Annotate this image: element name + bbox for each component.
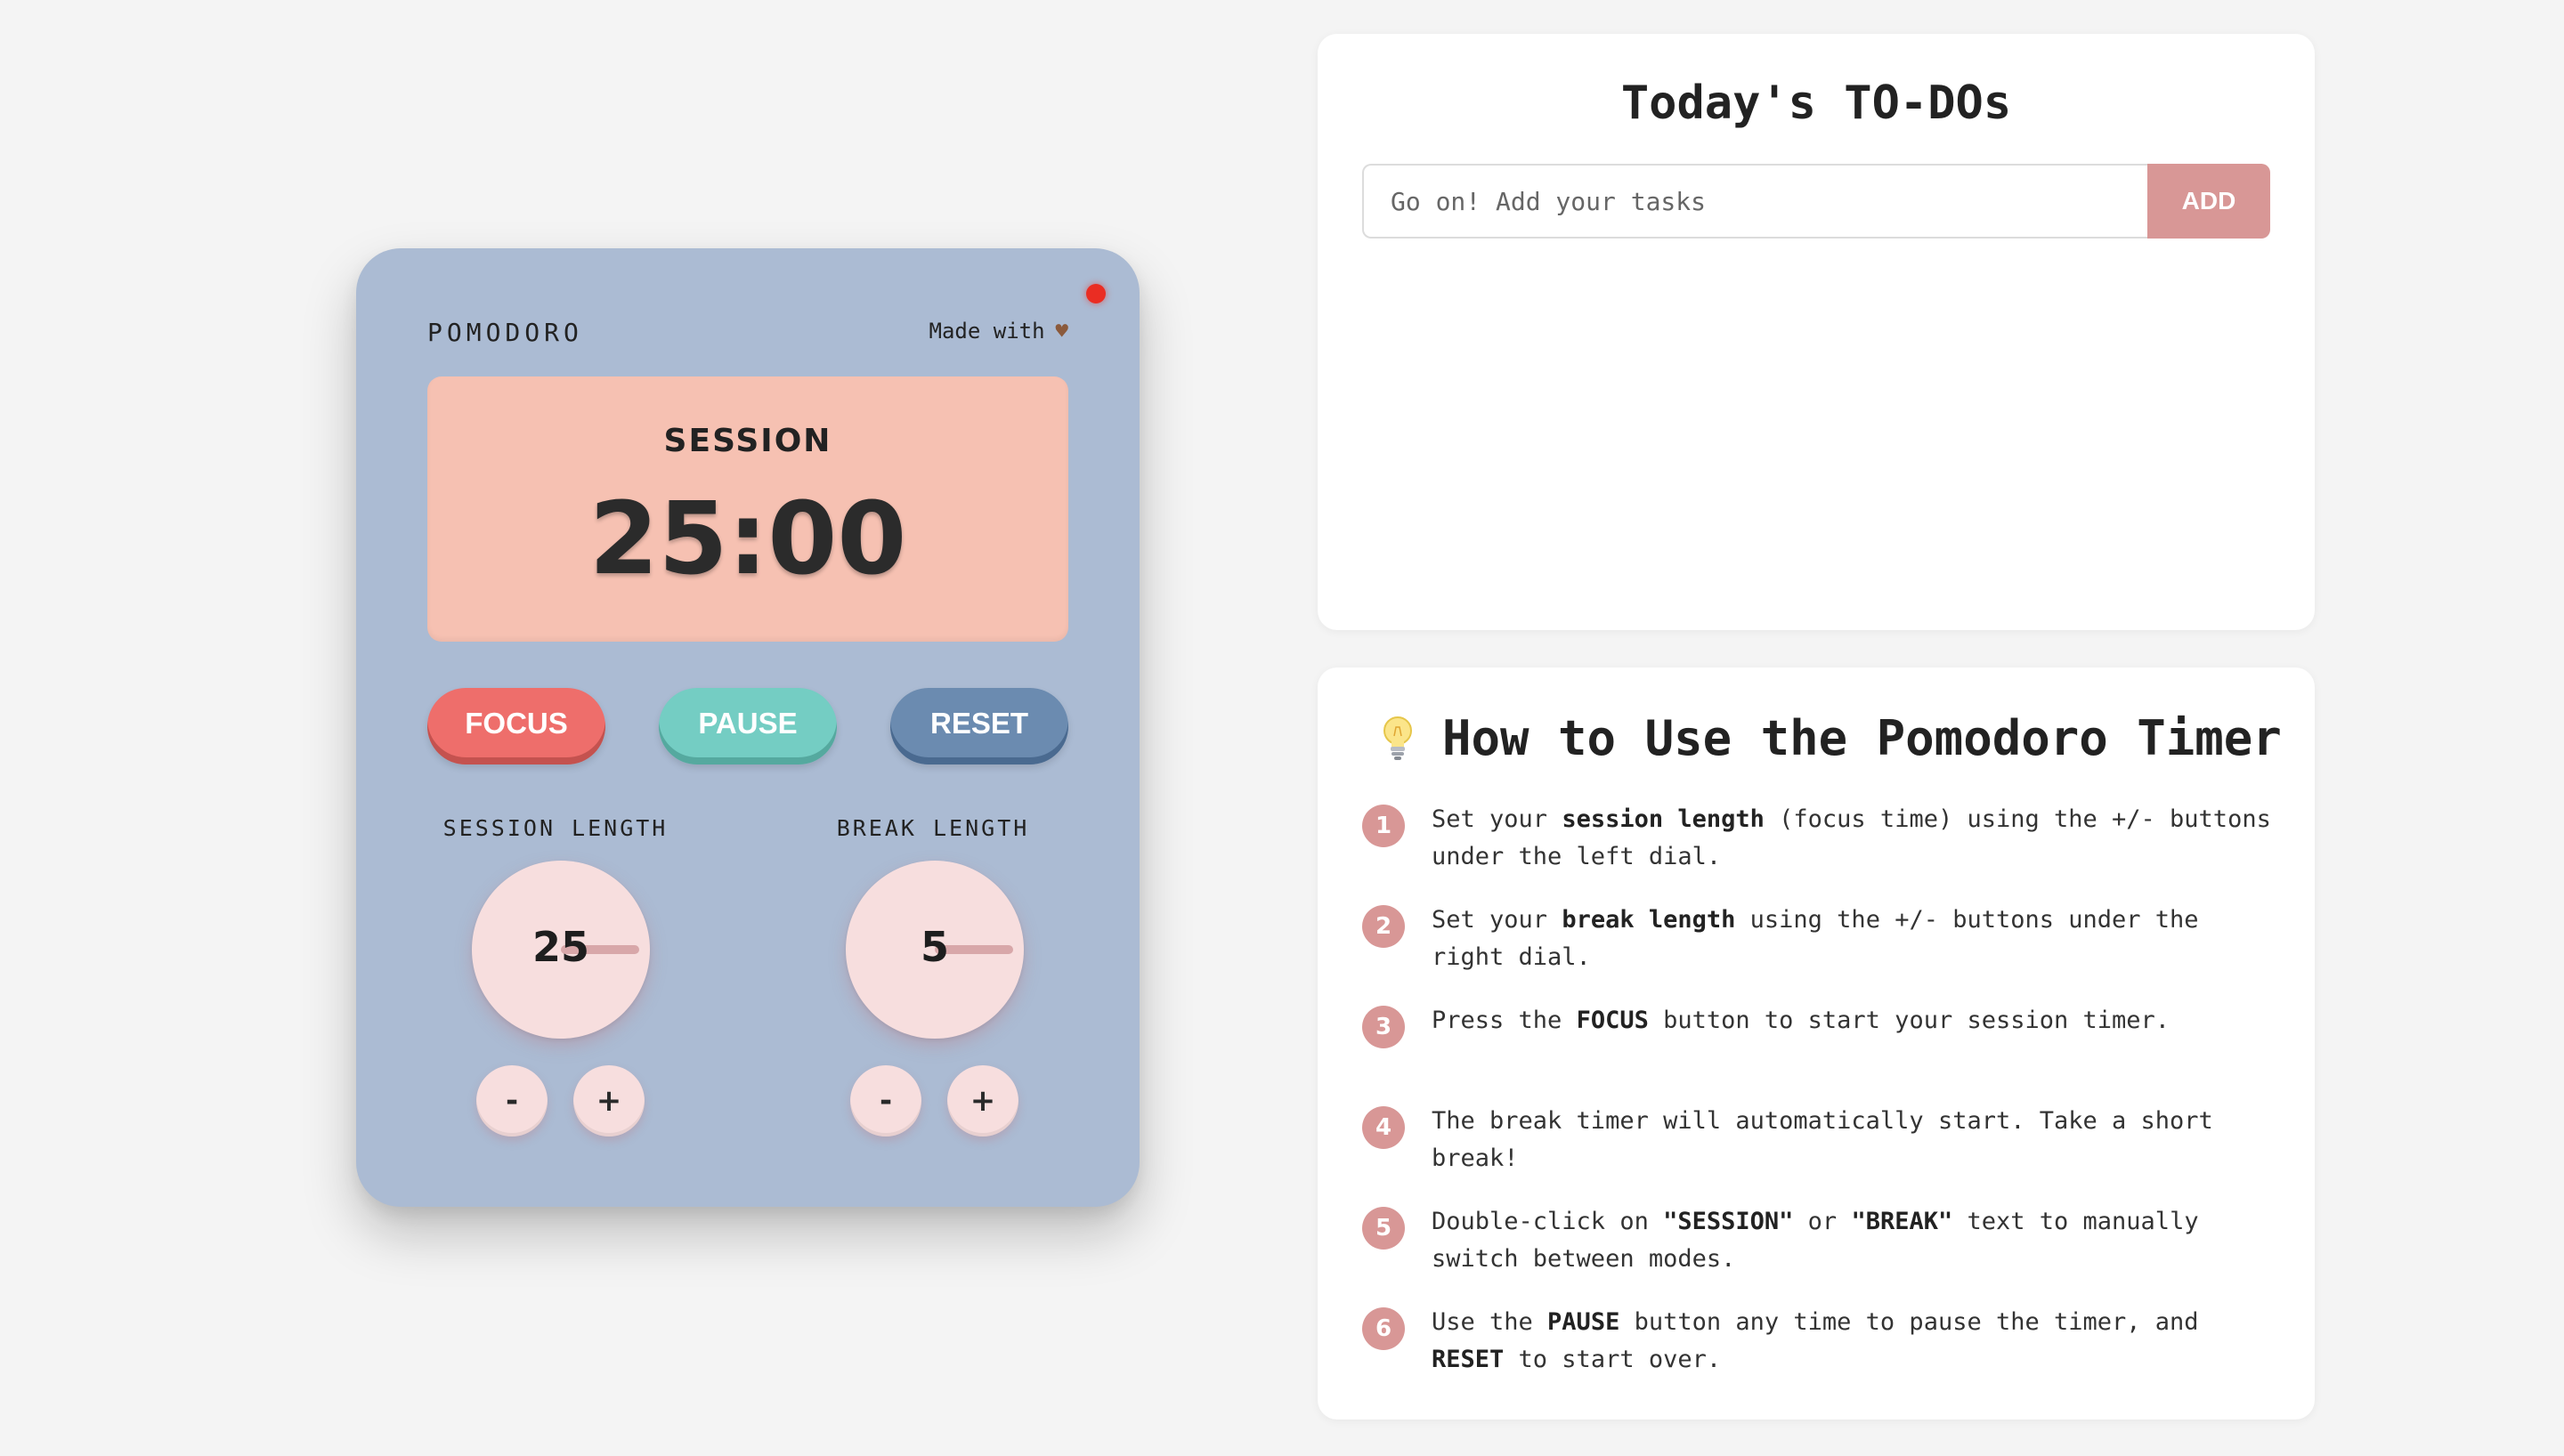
instructions-card: How to Use the Pomodoro Timer 1 Set your … [1318, 667, 2315, 1420]
step-text-emphasis: break length [1562, 906, 1736, 934]
step-number-badge: 4 [1362, 1106, 1405, 1149]
session-increment-button[interactable]: + [573, 1065, 645, 1136]
step-text-segment: Use the [1432, 1308, 1548, 1336]
break-length-dial: 5 [846, 861, 1024, 1039]
step-text-segment: Set your [1432, 906, 1562, 934]
step-text-segment: button any time to pause the timer, and [1619, 1308, 2199, 1336]
session-decrement-button[interactable]: - [476, 1065, 548, 1136]
step-number-badge: 5 [1362, 1207, 1405, 1250]
instruction-step: 6 Use the PAUSE button any time to pause … [1362, 1304, 2279, 1379]
instruction-step: 4 The break timer will automatically star… [1362, 1103, 2279, 1177]
timer-display: SESSION 25:00 [427, 376, 1068, 642]
time-remaining: 25:00 [588, 481, 907, 597]
session-length-value: 25 [531, 923, 589, 971]
step-text: Use the PAUSE button any time to pause t… [1432, 1308, 2199, 1373]
made-with-label: Made with [929, 319, 1045, 344]
step-text-emphasis: "BREAK" [1851, 1208, 1953, 1235]
step-text-segment: Double-click on [1432, 1208, 1664, 1235]
status-indicator-light [1086, 284, 1106, 303]
step-number-badge: 3 [1362, 1006, 1405, 1048]
instruction-step: 1 Set your session length (focus time) us… [1362, 801, 2279, 876]
instructions-heading: How to Use the Pomodoro Timer [1380, 710, 2282, 766]
todo-card: Today's TO-DOs ADD [1318, 34, 2315, 630]
pause-button[interactable]: PAUSE [659, 688, 837, 764]
break-length-value: 5 [920, 923, 949, 971]
instructions-list: 1 Set your session length (focus time) us… [1362, 801, 2279, 1404]
task-input[interactable] [1362, 164, 2147, 239]
step-text-emphasis: "SESSION" [1663, 1208, 1794, 1235]
step-text-segment: Set your [1432, 805, 1562, 833]
instruction-step: 3 Press the FOCUS button to start your se… [1362, 1002, 2279, 1077]
step-text-emphasis: session length [1562, 805, 1765, 833]
instruction-step: 5 Double-click on "SESSION" or "BREAK" te… [1362, 1203, 2279, 1278]
step-text-segment: The break timer will automatically start… [1432, 1107, 2213, 1172]
session-length-dial: 25 [472, 861, 650, 1039]
session-length-label: SESSION LENGTH [442, 815, 669, 841]
step-text-segment: button to start your session timer. [1648, 1007, 2170, 1034]
break-length-label: BREAK LENGTH [836, 815, 1030, 841]
break-increment-button[interactable]: + [947, 1065, 1018, 1136]
instruction-step: 2 Set your break length using the +/- but… [1362, 902, 2279, 976]
step-number-badge: 2 [1362, 905, 1405, 948]
step-text-segment: or [1793, 1208, 1852, 1235]
step-text-segment: to start over. [1504, 1346, 1722, 1373]
break-decrement-button[interactable]: - [850, 1065, 921, 1136]
step-text: Double-click on "SESSION" or "BREAK" tex… [1432, 1208, 2199, 1273]
step-text-emphasis: RESET [1432, 1346, 1505, 1373]
mode-label[interactable]: SESSION [427, 423, 1068, 459]
made-with-credit: Made with ♥ [929, 319, 1069, 344]
step-text: Set your session length (focus time) usi… [1432, 805, 2271, 870]
add-task-button[interactable]: ADD [2147, 164, 2270, 239]
todo-title: Today's TO-DOs [1620, 77, 2012, 130]
focus-button[interactable]: FOCUS [427, 688, 605, 764]
brand-label: POMODORO [427, 318, 583, 347]
step-text: The break timer will automatically start… [1432, 1107, 2213, 1172]
instructions-title: How to Use the Pomodoro Timer [1442, 710, 2282, 766]
step-text-emphasis: PAUSE [1547, 1308, 1620, 1336]
step-number-badge: 1 [1362, 805, 1405, 847]
step-text: Press the FOCUS button to start your ses… [1432, 1007, 2170, 1034]
pomodoro-device: POMODORO Made with ♥ SESSION 25:00 FOCUS… [356, 248, 1140, 1207]
step-text-segment: Press the [1432, 1007, 1577, 1034]
reset-button[interactable]: RESET [890, 688, 1068, 764]
heart-icon: ♥ [1055, 319, 1068, 344]
step-number-badge: 6 [1362, 1307, 1405, 1350]
step-text-emphasis: FOCUS [1576, 1007, 1649, 1034]
step-text: Set your break length using the +/- butt… [1432, 906, 2199, 971]
lightbulb-icon [1380, 715, 1416, 763]
